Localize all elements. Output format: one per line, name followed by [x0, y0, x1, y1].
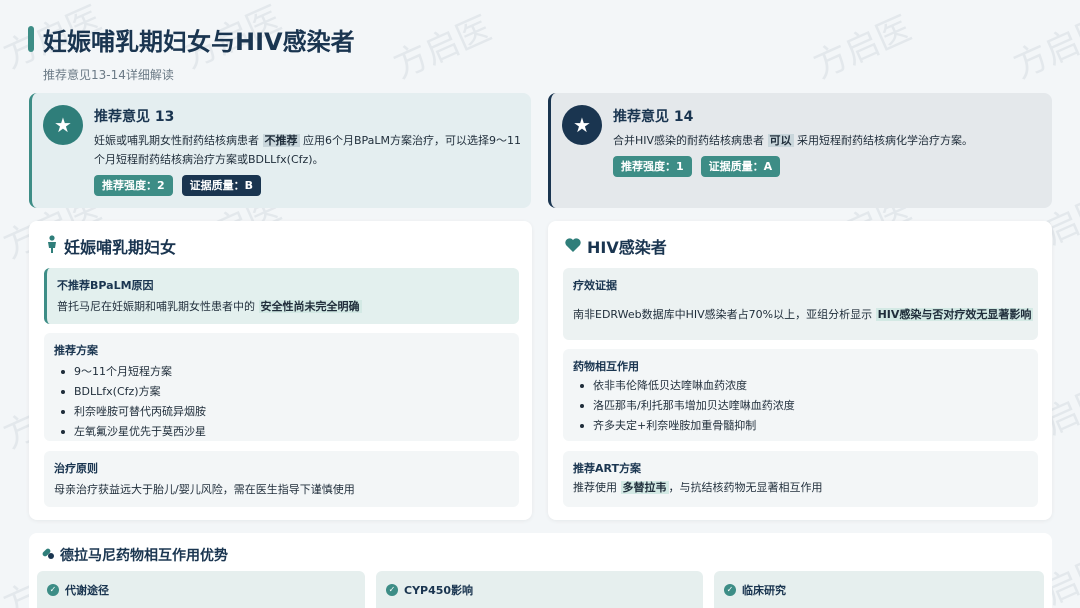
- check-icon: ✓: [724, 584, 736, 596]
- watermark: 方启医: [387, 8, 498, 87]
- plan-list: 9～11个月短程方案 BDLLfx(Cfz)方案 利奈唑胺可替代丙硫异烟胺 左氧…: [61, 362, 206, 442]
- card-title: 妊娠哺乳期妇女: [64, 238, 177, 257]
- card-title: 临床研究: [742, 584, 786, 597]
- evidence-box: 疗效证据 南非EDRWeb数据库中HIV感染者占70%以上，亚组分析显示 HIV…: [563, 268, 1038, 340]
- principle-title: 治疗原则: [54, 462, 98, 475]
- principle-text: 母亲治疗获益远大于胎儿/婴儿风险，需在医生指导下谨慎使用: [54, 483, 355, 496]
- hiv-card: HIV感染者 疗效证据 南非EDRWeb数据库中HIV感染者占70%以上，亚组分…: [548, 221, 1052, 520]
- card-title: 代谢途径: [65, 584, 109, 597]
- interaction-list: 依非韦伦降低贝达喹啉血药浓度 洛匹那韦/利托那韦增加贝达喹啉血药浓度 齐多夫定+…: [580, 376, 795, 436]
- reason-title: 不推荐BPaLM原因: [57, 279, 154, 292]
- page-subtitle: 推荐意见13-14详细解读: [43, 68, 174, 82]
- page-title: 妊娠哺乳期妇女与HIV感染者: [43, 28, 355, 56]
- interaction-box: 药物相互作用 依非韦伦降低贝达喹啉血药浓度 洛匹那韦/利托那韦增加贝达喹啉血药浓…: [563, 349, 1038, 441]
- pills-icon: [41, 546, 55, 564]
- pregnant-lactating-card: 妊娠哺乳期妇女 不推荐BPaLM原因 普托马尼在妊娠期和哺乳期女性患者中的 安全…: [29, 221, 532, 520]
- evidence-title: 疗效证据: [573, 279, 617, 292]
- principle-box: 治疗原则 母亲治疗获益远大于胎儿/婴儿风险，需在医生指导下谨慎使用: [44, 451, 519, 507]
- recommendation-14-panel: ★ 推荐意见 14 合并HIV感染的耐药结核病患者 可以 采用短程耐药结核病化学…: [548, 93, 1052, 208]
- cyp450-card: ✓ CYP450影响: [376, 571, 703, 608]
- interaction-title: 药物相互作用: [573, 360, 639, 373]
- highlight-dolutegravir: 多替拉韦: [620, 481, 669, 494]
- star-icon: ★: [43, 105, 83, 145]
- card-title: CYP450影响: [404, 584, 474, 597]
- highlight-safety: 安全性尚未完全明确: [258, 300, 362, 313]
- list-item: 利奈唑胺可替代丙硫异烟胺: [61, 402, 206, 422]
- art-box: 推荐ART方案 推荐使用 多替拉韦 ，与抗结核药物无显著相互作用: [563, 451, 1038, 507]
- highlight-no-effect: HIV感染与否对疗效无显著影响: [875, 308, 1034, 321]
- art-text: 推荐使用 多替拉韦 ，与抗结核药物无显著相互作用: [573, 481, 823, 494]
- plan-box: 推荐方案 9～11个月短程方案 BDLLfx(Cfz)方案 利奈唑胺可替代丙硫异…: [44, 333, 519, 441]
- watermark: 方启医: [1007, 8, 1080, 87]
- recommendation-title: 推荐意见 13: [94, 109, 175, 125]
- plan-title: 推荐方案: [54, 344, 98, 357]
- highlight-not-recommended: 不推荐: [262, 134, 300, 147]
- evidence-quality-tag: 证据质量：A: [700, 156, 781, 177]
- list-item: 左氧氟沙星优先于莫西沙星: [61, 422, 206, 442]
- list-item: BDLLfx(Cfz)方案: [61, 382, 206, 402]
- metabolism-card: ✓ 代谢途径: [37, 571, 365, 608]
- delamanid-interaction-section: 德拉马尼药物相互作用优势 ✓ 代谢途径 ✓ CYP450影响 ✓ 临床研究: [29, 533, 1052, 608]
- title-accent-bar: [28, 26, 34, 52]
- reason-text: 普托马尼在妊娠期和哺乳期女性患者中的 安全性尚未完全明确: [57, 300, 362, 313]
- strength-tag: 推荐强度：2: [94, 175, 173, 196]
- art-title: 推荐ART方案: [573, 462, 641, 475]
- highlight-may: 可以: [767, 134, 794, 147]
- recommendation-13-panel: ★ 推荐意见 13 妊娠或哺乳期女性耐药结核病患者 不推荐 应用6个月BPaLM…: [29, 93, 531, 208]
- recommendation-title: 推荐意见 14: [613, 109, 694, 125]
- check-icon: ✓: [386, 584, 398, 596]
- list-item: 依非韦伦降低贝达喹啉血药浓度: [580, 376, 795, 396]
- watermark: 方启医: [807, 8, 918, 87]
- recommendation-text: 合并HIV感染的耐药结核病患者 可以 采用短程耐药结核病化学治疗方案。: [613, 134, 974, 147]
- clinical-study-card: ✓ 临床研究: [714, 571, 1044, 608]
- section-title: 德拉马尼药物相互作用优势: [60, 548, 228, 564]
- list-item: 洛匹那韦/利托那韦增加贝达喹啉血药浓度: [580, 396, 795, 416]
- evidence-quality-tag: 证据质量：B: [181, 175, 262, 196]
- card-title: HIV感染者: [587, 238, 667, 257]
- person-icon: [46, 235, 58, 257]
- list-item: 9～11个月短程方案: [61, 362, 206, 382]
- star-icon: ★: [562, 105, 602, 145]
- strength-tag: 推荐强度：1: [613, 156, 692, 177]
- recommendation-text: 妊娠或哺乳期女性耐药结核病患者 不推荐 应用6个月BPaLM方案治疗，可以选择9…: [94, 134, 522, 166]
- list-item: 齐多夫定+利奈唑胺加重骨髓抑制: [580, 416, 795, 436]
- evidence-text: 南非EDRWeb数据库中HIV感染者占70%以上，亚组分析显示 HIV感染与否对…: [573, 308, 1034, 321]
- check-icon: ✓: [47, 584, 59, 596]
- heart-icon: [565, 237, 581, 256]
- reason-box: 不推荐BPaLM原因 普托马尼在妊娠期和哺乳期女性患者中的 安全性尚未完全明确: [44, 268, 519, 324]
